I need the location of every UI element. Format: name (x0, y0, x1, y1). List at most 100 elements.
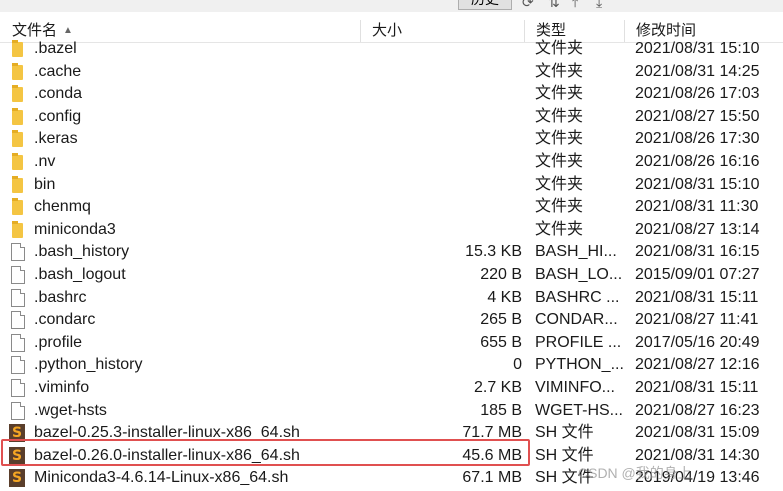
file-modified: 2021/08/31 15:10 (635, 175, 760, 193)
file-icon (11, 401, 25, 420)
file-type: PROFILE ... (535, 333, 622, 351)
file-type: BASH_HI... (535, 243, 617, 261)
file-type: SH 文件 (535, 424, 594, 442)
file-type: 文件夹 (535, 62, 584, 80)
file-icon (11, 243, 25, 262)
file-size: 0 (513, 356, 522, 374)
folder-icon (12, 153, 23, 170)
file-name: bin (34, 175, 56, 193)
file-name: .keras (34, 130, 78, 148)
file-size: 220 B (480, 266, 522, 283)
file-modified: 2021/08/27 11:41 (635, 311, 759, 329)
file-modified: 2021/08/31 15:09 (635, 424, 760, 442)
file-modified: 2021/08/31 14:25 (635, 62, 760, 80)
file-size: 2.7 KB (473, 379, 522, 396)
file-modified: 2021/08/26 17:30 (635, 130, 760, 148)
file-size: 67.1 MB (462, 469, 522, 487)
file-type: BASH_LO... (535, 266, 623, 283)
file-row[interactable]: .keras 文件夹 2021/08/26 17:30 (0, 128, 783, 151)
file-size: 4 KB (487, 288, 522, 306)
file-modified: 2021/08/27 12:16 (635, 356, 760, 374)
file-row[interactable]: .profile 655 B PROFILE ... 2017/05/16 20:49 (0, 332, 783, 355)
file-type: CONDAR... (535, 311, 618, 329)
file-row[interactable]: chenmq 文件夹 2021/08/31 11:30 (0, 196, 783, 219)
file-type: 文件夹 (535, 85, 584, 103)
folder-icon (12, 198, 23, 216)
file-name: bazel-0.25.3-installer-linux-x86_64.sh (34, 424, 300, 442)
file-row[interactable]: bin 文件夹 2021/08/31 15:10 (0, 174, 783, 197)
file-type: WGET-HS... (535, 401, 623, 419)
file-modified: 2021/08/31 11:30 (635, 198, 759, 216)
folder-icon (12, 107, 23, 125)
file-modified: 2021/08/27 16:23 (635, 401, 760, 419)
file-row[interactable]: .viminfo 2.7 KB VIMINFO... 2021/08/31 15:11 (0, 377, 783, 400)
file-modified: 2021/08/31 16:15 (635, 243, 760, 261)
sh-file-icon: S (9, 424, 25, 443)
file-size: 655 B (480, 333, 522, 351)
file-name: .bazel (34, 40, 77, 57)
file-icon (11, 311, 25, 330)
file-name: .condarc (34, 311, 96, 329)
file-row[interactable]: .bash_logout 220 B BASH_LO... 2015/09/01 07… (0, 264, 783, 287)
file-row[interactable]: .bash_history 15.3 KB BASH_HI... 2021/08/31… (0, 241, 783, 264)
file-name: .bash_history (34, 243, 130, 261)
file-size: 185 B (480, 401, 522, 419)
file-row[interactable]: .condarc 265 B CONDAR... 2021/08/27 11:41 (0, 309, 783, 332)
file-row[interactable]: Sbazel-0.25.3-installer-linux-x86_64.sh 7… (0, 422, 783, 445)
file-name: .wget-hsts (34, 401, 107, 419)
file-modified: 2021/08/31 15:11 (635, 379, 759, 396)
file-type: 文件夹 (535, 153, 584, 170)
file-type: 文件夹 (535, 198, 584, 216)
folder-icon (12, 85, 23, 103)
folder-icon (12, 220, 23, 238)
folder-icon (12, 40, 23, 57)
file-type: VIMINFO... (535, 379, 615, 396)
file-modified: 2015/09/01 07:27 (635, 266, 760, 283)
file-type: BASHRC ... (535, 288, 620, 306)
file-row[interactable]: .bazel 文件夹 2021/08/31 15:10 (0, 38, 783, 61)
file-modified: 2021/08/27 13:14 (635, 220, 760, 238)
file-name: .python_history (34, 356, 143, 374)
file-row[interactable]: .cache 文件夹 2021/08/31 14:25 (0, 61, 783, 84)
file-row[interactable]: miniconda3 文件夹 2021/08/27 13:14 (0, 219, 783, 242)
file-row[interactable]: .conda 文件夹 2021/08/26 17:03 (0, 83, 783, 106)
sh-file-icon: S (9, 469, 25, 488)
file-type: 文件夹 (535, 107, 584, 125)
watermark: CSDN @我的身上 (578, 465, 692, 481)
file-row[interactable]: .wget-hsts 185 B WGET-HS... 2021/08/27 16:2… (0, 400, 783, 423)
file-modified: 2021/08/26 17:03 (635, 85, 760, 103)
folder-icon (12, 62, 23, 80)
file-type: 文件夹 (535, 40, 584, 57)
file-size: 265 B (480, 311, 522, 329)
upload-icon[interactable]: ⤒ (572, 0, 588, 10)
file-icon (11, 356, 25, 375)
file-row[interactable]: .python_history 0 PYTHON_... 2021/08/27 12:… (0, 354, 783, 377)
file-modified: 2021/08/27 15:50 (635, 107, 760, 125)
folder-icon (12, 130, 23, 148)
file-size: 71.7 MB (462, 424, 522, 442)
file-icon (11, 333, 25, 352)
file-name: .conda (34, 85, 83, 103)
file-name: .profile (34, 333, 83, 351)
file-name: Miniconda3-4.6.14-Linux-x86_64.sh (34, 469, 289, 487)
file-type: PYTHON_... (535, 356, 624, 374)
history-button[interactable]: 历史 (458, 0, 512, 10)
file-modified: 2021/08/26 16:16 (635, 153, 760, 170)
sync-icon[interactable]: ⇅ (548, 0, 564, 10)
file-name: miniconda3 (34, 220, 116, 238)
file-name: .bashrc (34, 288, 87, 306)
file-name: .nv (34, 153, 56, 170)
sh-file-icon: S (9, 446, 25, 465)
file-name: .config (34, 107, 82, 125)
file-name: .viminfo (34, 379, 90, 396)
file-row[interactable]: .nv 文件夹 2021/08/26 16:16 (0, 151, 783, 174)
refresh-icon[interactable]: ⟳ (522, 0, 538, 10)
file-icon (11, 379, 25, 397)
download-icon[interactable]: ⤓ (596, 0, 612, 10)
file-row[interactable]: .config 文件夹 2021/08/27 15:50 (0, 106, 783, 129)
file-type: 文件夹 (535, 175, 584, 193)
file-icon (11, 266, 25, 284)
file-modified: 2021/08/31 15:11 (635, 288, 759, 306)
file-row[interactable]: .bashrc 4 KB BASHRC ... 2021/08/31 15:11 (0, 287, 783, 310)
toolbar: 历史 ⟳ ⇅ ⤒ ⤓ (0, 0, 783, 12)
